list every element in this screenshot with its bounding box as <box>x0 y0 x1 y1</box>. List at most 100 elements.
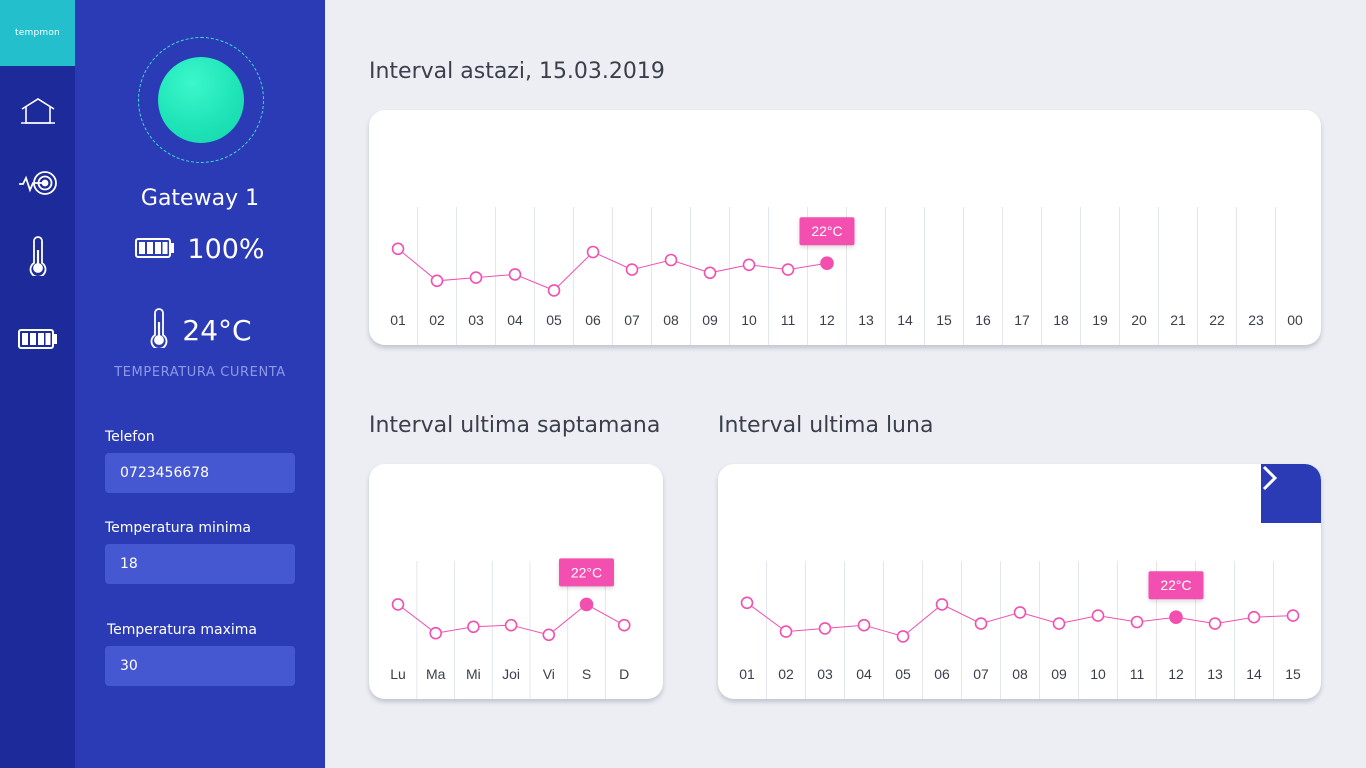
x-tick-label: Ma <box>426 666 446 682</box>
x-tick-label: S <box>582 666 591 682</box>
data-point[interactable] <box>1208 617 1222 630</box>
x-tick-label: 18 <box>1053 312 1069 328</box>
x-tick-label: Joi <box>502 666 520 682</box>
x-tick-label: 04 <box>507 312 523 328</box>
data-point[interactable] <box>742 258 756 272</box>
data-point[interactable] <box>430 274 444 288</box>
week-chart-card: Lu Ma Mi Joi Vi S D 22°C <box>369 464 663 699</box>
data-point[interactable] <box>542 628 556 642</box>
data-point[interactable] <box>547 284 561 297</box>
brand-logo[interactable]: tempmon <box>0 0 75 66</box>
x-tick-label: 01 <box>739 666 755 682</box>
highlighted-data-point[interactable] <box>579 597 594 612</box>
data-point[interactable] <box>504 618 518 632</box>
x-tick-label: 16 <box>975 312 991 328</box>
sensor-signal-icon[interactable] <box>0 161 75 205</box>
x-tick-label: 06 <box>585 312 601 328</box>
data-point[interactable] <box>664 253 678 267</box>
x-tick-label: 01 <box>390 312 406 328</box>
data-point[interactable] <box>467 620 480 634</box>
temperature-caption: TEMPERATURA CURENTA <box>114 365 286 380</box>
temperature-row: 24°C <box>75 308 325 352</box>
data-point[interactable] <box>779 625 793 638</box>
min-temperature-field[interactable]: 18 <box>105 544 295 584</box>
x-tick-label: 08 <box>1012 666 1028 682</box>
thermometer-icon[interactable] <box>0 234 75 278</box>
x-tick-label: 02 <box>429 312 445 328</box>
today-chart-card: 01 02 03 04 05 06 07 08 09 10 11 12 13 14 15 16 17 18 19 20… <box>369 110 1321 345</box>
tooltip-label: 22°C <box>811 223 842 239</box>
data-point[interactable] <box>740 596 754 610</box>
x-tick-label: Vi <box>543 666 555 682</box>
data-point[interactable] <box>391 598 405 611</box>
tooltip-label: 22°C <box>571 564 602 580</box>
x-tick-label: 08 <box>663 312 679 328</box>
data-point[interactable] <box>896 630 910 643</box>
x-tick-label: D <box>619 666 629 682</box>
x-tick-label: 17 <box>1014 312 1030 328</box>
x-tick-label: 15 <box>1285 666 1301 682</box>
current-temperature: 24°C <box>182 313 252 347</box>
next-button[interactable] <box>1261 464 1321 523</box>
phone-field[interactable]: 0723456678 <box>105 453 295 493</box>
x-tick-label: 22 <box>1209 312 1225 328</box>
x-tick-label: 05 <box>895 666 911 682</box>
x-tick-label: 13 <box>858 312 874 328</box>
week-section-title: Interval ultima saptamana <box>369 413 661 438</box>
tooltip-label: 22°C <box>1160 577 1191 593</box>
x-tick-label: Lu <box>390 666 406 682</box>
max-temperature-field[interactable]: 30 <box>105 646 295 686</box>
month-chart-card: 01 02 03 04 05 06 07 08 09 10 11 12 13 14 15 22°C <box>718 464 1321 699</box>
month-section-title: Interval ultima luna <box>718 413 934 438</box>
data-point[interactable] <box>781 263 795 276</box>
data-point[interactable] <box>1091 609 1105 622</box>
data-point[interactable] <box>857 618 871 632</box>
highlighted-data-point[interactable] <box>820 256 834 270</box>
x-tick-label: 05 <box>546 312 562 328</box>
x-tick-label: 10 <box>741 312 757 328</box>
x-tick-label: 12 <box>819 312 835 328</box>
x-tick-label: 09 <box>1051 666 1067 682</box>
x-tick-label: 14 <box>897 312 913 328</box>
data-point[interactable] <box>1247 610 1261 624</box>
highlighted-data-point[interactable] <box>1169 610 1183 624</box>
phone-label: Telefon <box>105 429 155 445</box>
data-point[interactable] <box>818 622 832 635</box>
battery-icon[interactable] <box>0 317 75 361</box>
data-point[interactable] <box>617 618 631 632</box>
month-chart: 01 02 03 04 05 06 07 08 09 10 11 12 13 14 15 22°C <box>739 561 1301 699</box>
battery-value: 100% <box>187 234 265 265</box>
week-chart: Lu Ma Mi Joi Vi S D 22°C <box>390 558 631 699</box>
battery-level-icon <box>135 237 175 263</box>
x-tick-label: Mi <box>466 666 481 682</box>
today-chart: 01 02 03 04 05 06 07 08 09 10 11 12 13 14 15 16 17 18 19 20… <box>390 207 1303 345</box>
today-section-title: Interval astazi, 15.03.2019 <box>369 59 665 84</box>
data-point[interactable] <box>391 242 405 256</box>
x-tick-label: 15 <box>936 312 952 328</box>
data-point[interactable] <box>469 271 483 284</box>
data-point[interactable] <box>586 245 600 259</box>
data-point[interactable] <box>1130 615 1144 629</box>
value-tooltip: 22°C <box>799 217 855 246</box>
x-tick-label: 07 <box>973 666 989 682</box>
battery-row: 100% <box>75 234 325 265</box>
data-point[interactable] <box>1013 606 1027 619</box>
home-icon[interactable] <box>0 89 75 133</box>
x-tick-label: 10 <box>1090 666 1106 682</box>
data-point[interactable] <box>935 598 949 611</box>
data-point[interactable] <box>1052 617 1066 630</box>
data-point[interactable] <box>429 626 442 640</box>
status-indicator <box>158 57 244 143</box>
value-tooltip: 22°C <box>1148 571 1204 600</box>
max-temperature-label: Temperatura maxima <box>107 622 258 638</box>
x-tick-label: 09 <box>702 312 718 328</box>
data-point[interactable] <box>974 617 988 630</box>
x-tick-label: 11 <box>781 312 796 328</box>
data-point[interactable] <box>1286 609 1300 622</box>
x-tick-label: 07 <box>624 312 640 328</box>
x-tick-label: 03 <box>817 666 833 682</box>
data-point[interactable] <box>508 268 522 281</box>
data-point[interactable] <box>703 266 717 280</box>
x-tick-label: 03 <box>468 312 484 328</box>
data-point[interactable] <box>625 263 639 276</box>
